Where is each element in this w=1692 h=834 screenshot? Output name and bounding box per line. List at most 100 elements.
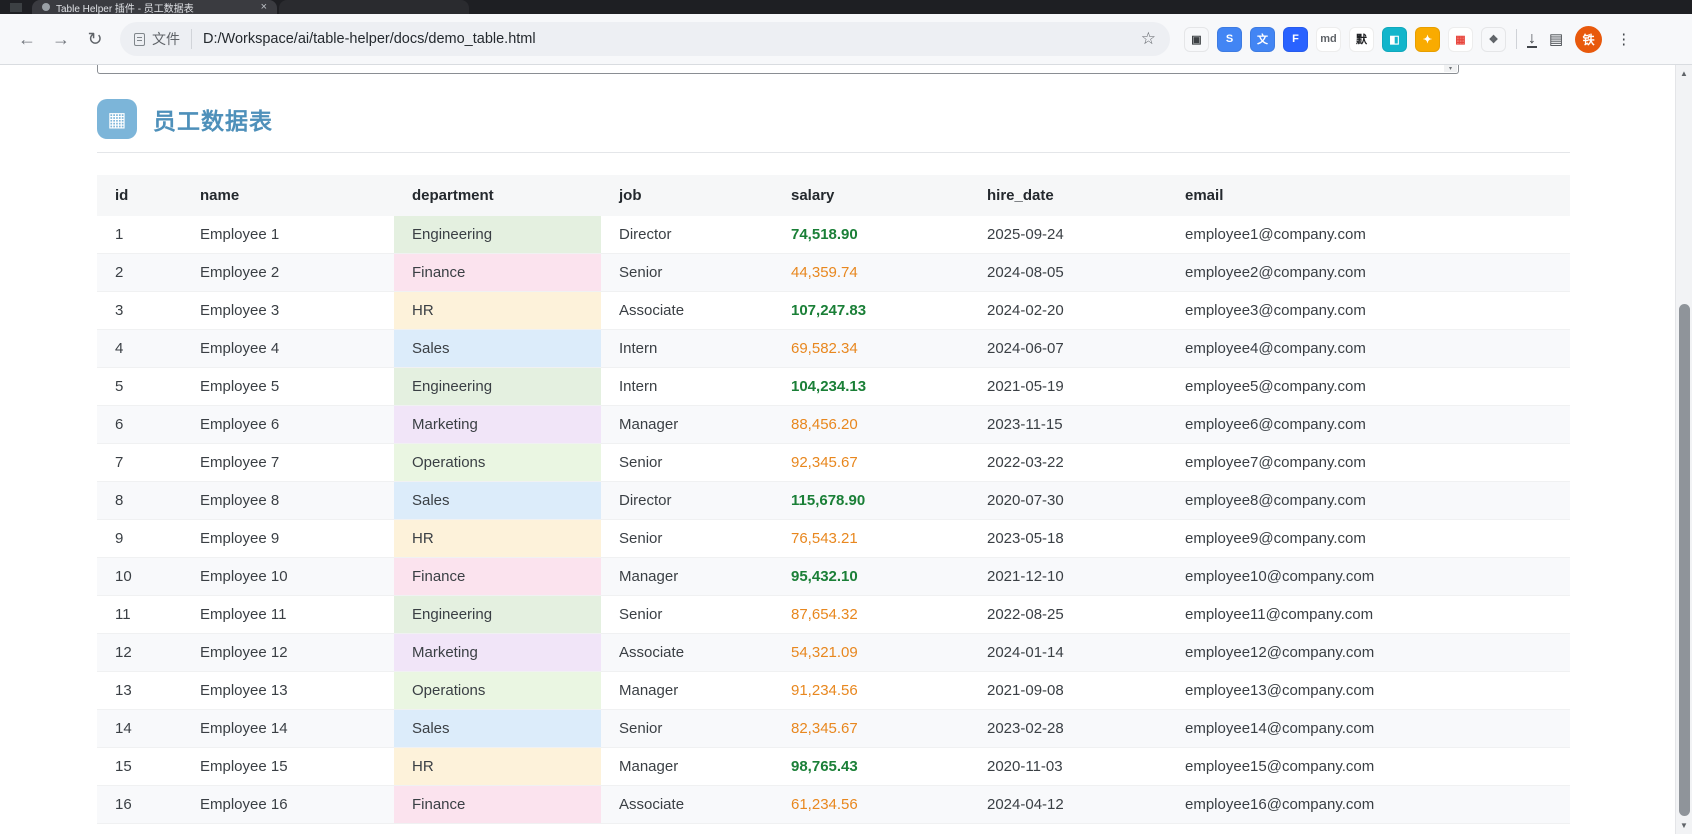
url-text[interactable]: D:/Workspace/ai/table-helper/docs/demo_t… bbox=[203, 31, 1131, 47]
scrollbar-down-icon[interactable]: ▼ bbox=[1676, 817, 1692, 834]
address-bar[interactable]: 文件 D:/Workspace/ai/table-helper/docs/dem… bbox=[120, 22, 1170, 56]
cell-email: employee14@company.com bbox=[1167, 710, 1570, 748]
cell-hire_date: 2023-02-28 bbox=[969, 710, 1167, 748]
cell-email: employee11@company.com bbox=[1167, 596, 1570, 634]
file-icon bbox=[134, 33, 145, 46]
cell-email: employee2@company.com bbox=[1167, 254, 1570, 292]
table-row: 11Employee 11EngineeringSenior87,654.322… bbox=[97, 596, 1570, 634]
cell-salary: 61,234.56 bbox=[773, 786, 969, 824]
column-header-department: department bbox=[394, 175, 601, 216]
table-icon: ▦ bbox=[97, 99, 137, 139]
profile-avatar[interactable]: 铁 bbox=[1575, 26, 1602, 53]
cell-email: employee1@company.com bbox=[1167, 216, 1570, 254]
cell-hire_date: 2024-08-05 bbox=[969, 254, 1167, 292]
page-title: 员工数据表 bbox=[153, 102, 273, 136]
reload-button[interactable]: ↻ bbox=[78, 22, 112, 56]
menu-kebab-icon[interactable]: ⋮ bbox=[1610, 30, 1637, 48]
cell-job: Director bbox=[601, 216, 773, 254]
cell-hire_date: 2024-06-07 bbox=[969, 330, 1167, 368]
cell-email: employee13@company.com bbox=[1167, 672, 1570, 710]
docs-ext-icon[interactable]: F bbox=[1283, 27, 1308, 52]
cell-salary: 107,247.83 bbox=[773, 292, 969, 330]
cell-id: 10 bbox=[97, 558, 182, 596]
cell-department: HR bbox=[394, 520, 601, 558]
table-row: 14Employee 14SalesSenior82,345.672023-02… bbox=[97, 710, 1570, 748]
orange-ext-icon[interactable]: ✦ bbox=[1415, 27, 1440, 52]
browser-tab-inactive[interactable] bbox=[279, 0, 469, 14]
cell-salary: 76,543.21 bbox=[773, 520, 969, 558]
cell-id: 1 bbox=[97, 216, 182, 254]
cell-department: Engineering bbox=[394, 596, 601, 634]
cell-salary: 115,678.90 bbox=[773, 482, 969, 520]
cell-id: 6 bbox=[97, 406, 182, 444]
browser-tab-active[interactable]: Table Helper 插件 - 员工数据表 × bbox=[32, 0, 277, 14]
cell-name: Employee 14 bbox=[182, 710, 394, 748]
cell-email: employee16@company.com bbox=[1167, 786, 1570, 824]
page-heading: ▦ 员工数据表 bbox=[97, 99, 1570, 139]
cell-name: Employee 6 bbox=[182, 406, 394, 444]
back-button[interactable]: ← bbox=[10, 22, 44, 56]
cell-salary: 54,321.09 bbox=[773, 634, 969, 672]
cell-department: Finance bbox=[394, 786, 601, 824]
cell-department: Engineering bbox=[394, 216, 601, 254]
table-row: 16Employee 16FinanceAssociate61,234.5620… bbox=[97, 786, 1570, 824]
screenshot-ext-icon[interactable]: S bbox=[1217, 27, 1242, 52]
scrollbar-up-icon[interactable]: ▲ bbox=[1676, 65, 1692, 82]
reader-mode-icon[interactable]: ▣ bbox=[1184, 27, 1209, 52]
file-scheme-label: 文件 bbox=[152, 29, 180, 49]
download-icon[interactable]: ↓ bbox=[1527, 31, 1537, 48]
cell-hire_date: 2021-09-08 bbox=[969, 672, 1167, 710]
cell-department: HR bbox=[394, 748, 601, 786]
extension-icons: ▣ S文Fmd 默 ◧ ✦ ▦ ❖ bbox=[1184, 27, 1506, 52]
forward-button[interactable]: → bbox=[44, 22, 78, 56]
cell-hire_date: 2025-09-24 bbox=[969, 216, 1167, 254]
cell-job: Senior bbox=[601, 710, 773, 748]
translate-ext-icon[interactable]: 文 bbox=[1250, 27, 1275, 52]
browser-tab-strip: Table Helper 插件 - 员工数据表 × bbox=[0, 0, 1692, 14]
employee-table-body: 1Employee 1EngineeringDirector74,518.902… bbox=[97, 216, 1570, 824]
tab-close-icon[interactable]: × bbox=[261, 1, 267, 13]
mo-ext-icon[interactable]: 默 bbox=[1349, 27, 1374, 52]
cell-hire_date: 2020-07-30 bbox=[969, 482, 1167, 520]
cell-email: employee8@company.com bbox=[1167, 482, 1570, 520]
cell-salary: 74,518.90 bbox=[773, 216, 969, 254]
tab-favicon-icon bbox=[42, 3, 50, 11]
cell-department: Engineering bbox=[394, 368, 601, 406]
cell-hire_date: 2020-11-03 bbox=[969, 748, 1167, 786]
cell-department: Finance bbox=[394, 254, 601, 292]
cell-hire_date: 2022-08-25 bbox=[969, 596, 1167, 634]
cell-hire_date: 2021-05-19 bbox=[969, 368, 1167, 406]
cell-id: 13 bbox=[97, 672, 182, 710]
cell-hire_date: 2021-12-10 bbox=[969, 558, 1167, 596]
file-scheme-chip[interactable]: 文件 bbox=[134, 29, 192, 49]
cell-salary: 69,582.34 bbox=[773, 330, 969, 368]
page-scrollbar[interactable]: ▲ ▼ bbox=[1675, 65, 1692, 834]
cell-salary: 87,654.32 bbox=[773, 596, 969, 634]
cell-email: employee5@company.com bbox=[1167, 368, 1570, 406]
cell-department: Sales bbox=[394, 330, 601, 368]
input-box-bottom[interactable]: ▾ bbox=[97, 65, 1459, 74]
teal-ext-icon[interactable]: ◧ bbox=[1382, 27, 1407, 52]
cell-id: 2 bbox=[97, 254, 182, 292]
table-row: 3Employee 3HRAssociate107,247.832024-02-… bbox=[97, 292, 1570, 330]
grid-ext-icon[interactable]: ▦ bbox=[1448, 27, 1473, 52]
cell-name: Employee 4 bbox=[182, 330, 394, 368]
cell-job: Manager bbox=[601, 406, 773, 444]
bookmark-star-icon[interactable]: ☆ bbox=[1141, 29, 1156, 49]
cell-name: Employee 1 bbox=[182, 216, 394, 254]
table-row: 8Employee 8SalesDirector115,678.902020-0… bbox=[97, 482, 1570, 520]
cell-id: 15 bbox=[97, 748, 182, 786]
column-header-id: id bbox=[97, 175, 182, 216]
table-row: 9Employee 9HRSenior76,543.212023-05-18em… bbox=[97, 520, 1570, 558]
input-box-scrollbar[interactable]: ▾ bbox=[1444, 65, 1457, 72]
table-row: 4Employee 4SalesIntern69,582.342024-06-0… bbox=[97, 330, 1570, 368]
cell-department: Marketing bbox=[394, 634, 601, 672]
cell-id: 11 bbox=[97, 596, 182, 634]
extensions-puzzle-icon[interactable]: ❖ bbox=[1481, 27, 1506, 52]
cell-job: Senior bbox=[601, 444, 773, 482]
markdown-ext-icon[interactable]: md bbox=[1316, 27, 1341, 52]
sidebar-panel-icon[interactable]: ▤ bbox=[1549, 30, 1563, 48]
column-header-name: name bbox=[182, 175, 394, 216]
table-row: 12Employee 12MarketingAssociate54,321.09… bbox=[97, 634, 1570, 672]
scrollbar-thumb[interactable] bbox=[1679, 304, 1690, 816]
